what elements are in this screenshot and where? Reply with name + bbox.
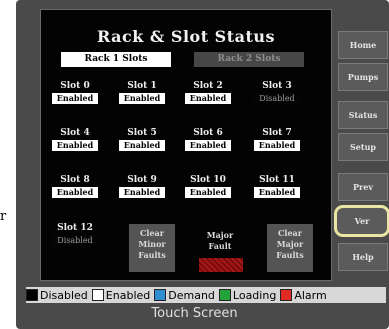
slot-11[interactable]: Slot 11 Enabled [253,175,301,198]
button-line: Major [276,239,304,249]
slot-name: Slot 9 [127,175,157,185]
slot-name: Slot 4 [60,128,90,138]
legend-swatch [91,289,104,301]
slot-status: Enabled [119,93,165,104]
tab-rack-1[interactable]: Rack 1 Slots [61,52,171,67]
button-line: Faults [138,250,166,260]
slot-status: Enabled [254,187,300,198]
slot-status: Enabled [185,93,231,104]
slot-status: Disabled [254,93,300,104]
nav-ver-button[interactable]: Ver [334,205,389,237]
legend-swatch [26,289,38,301]
slot-name: Slot 3 [262,81,292,91]
slot-name: Slot 12 [57,223,93,233]
clear-minor-faults-button[interactable]: Clear Minor Faults [129,224,175,272]
legend-swatch [280,289,293,301]
slot-9[interactable]: Slot 9 Enabled [118,175,166,198]
legend-swatch [218,289,231,301]
slot-name: Slot 0 [60,81,90,91]
fault-line: Fault [208,241,232,251]
slot-status: Enabled [185,140,231,151]
slot-name: Slot 8 [60,175,90,185]
legend-item-disabled: Disabled [26,289,88,302]
button-line: Minor [138,239,166,249]
nav-home-button[interactable]: Home [338,31,388,59]
slot-name: Slot 1 [127,81,157,91]
slot-status: Enabled [52,187,98,198]
slot-name: Slot 6 [193,128,223,138]
slot-3[interactable]: Slot 3 Disabled [253,81,301,104]
nav-setup-button[interactable]: Setup [338,133,388,161]
legend-swatch [154,289,167,301]
side-letter: r [0,209,7,224]
legend-item-enabled: Enabled [91,288,151,302]
legend-label: Disabled [40,288,88,302]
slot-0[interactable]: Slot 0 Enabled [51,81,99,104]
slot-2[interactable]: Slot 2 Enabled [184,81,232,104]
slot-status: Enabled [185,187,231,198]
page-title: Rack & Slot Status [96,27,276,46]
legend-item-loading: Loading [218,288,277,302]
slot-name: Slot 5 [127,128,157,138]
slot-name: Slot 7 [262,128,292,138]
slot-1[interactable]: Slot 1 Enabled [118,81,166,104]
slot-status: Enabled [52,93,98,104]
nav-prev-button[interactable]: Prev [338,173,388,201]
status-legend: Disabled Enabled Demand Loading Alarm [26,287,386,303]
device-bezel: Rack & Slot Status Rack 1 Slots Rack 2 S… [16,0,389,329]
legend-label: Alarm [294,288,327,302]
nav-status-button[interactable]: Status [338,101,388,129]
clear-major-faults-button[interactable]: Clear Major Faults [267,224,313,272]
legend-label: Loading [232,288,277,302]
major-fault-indicator [199,258,243,272]
slot-10[interactable]: Slot 10 Enabled [184,175,232,198]
slot-12[interactable]: Slot 12 Disabled [51,223,99,246]
slot-name: Slot 11 [259,175,295,185]
hmi-screen: Rack & Slot Status Rack 1 Slots Rack 2 S… [40,9,332,281]
slot-5[interactable]: Slot 5 Enabled [118,128,166,151]
legend-label: Demand [168,288,215,302]
legend-item-demand: Demand [154,289,215,302]
slot-status: Enabled [254,140,300,151]
fault-line: Major [206,230,234,240]
legend-item-alarm: Alarm [280,288,327,302]
slot-name: Slot 10 [190,175,226,185]
nav-pumps-button[interactable]: Pumps [338,63,388,91]
slot-status: Disabled [52,235,98,246]
button-line: Clear [140,228,164,238]
slot-status: Enabled [119,187,165,198]
slot-status: Enabled [119,140,165,151]
slot-6[interactable]: Slot 6 Enabled [184,128,232,151]
slot-4[interactable]: Slot 4 Enabled [51,128,99,151]
slot-7[interactable]: Slot 7 Enabled [253,128,301,151]
button-line: Faults [276,250,304,260]
legend-label: Enabled [105,288,151,302]
slot-8[interactable]: Slot 8 Enabled [51,175,99,198]
slot-name: Slot 2 [193,81,223,91]
tab-rack-2[interactable]: Rack 2 Slots [194,52,304,67]
button-line: Clear [278,228,302,238]
slot-status: Enabled [52,140,98,151]
nav-help-button[interactable]: Help [338,243,388,271]
major-fault-label: Major Fault [197,230,243,252]
footer-caption: Touch Screen [151,306,238,321]
